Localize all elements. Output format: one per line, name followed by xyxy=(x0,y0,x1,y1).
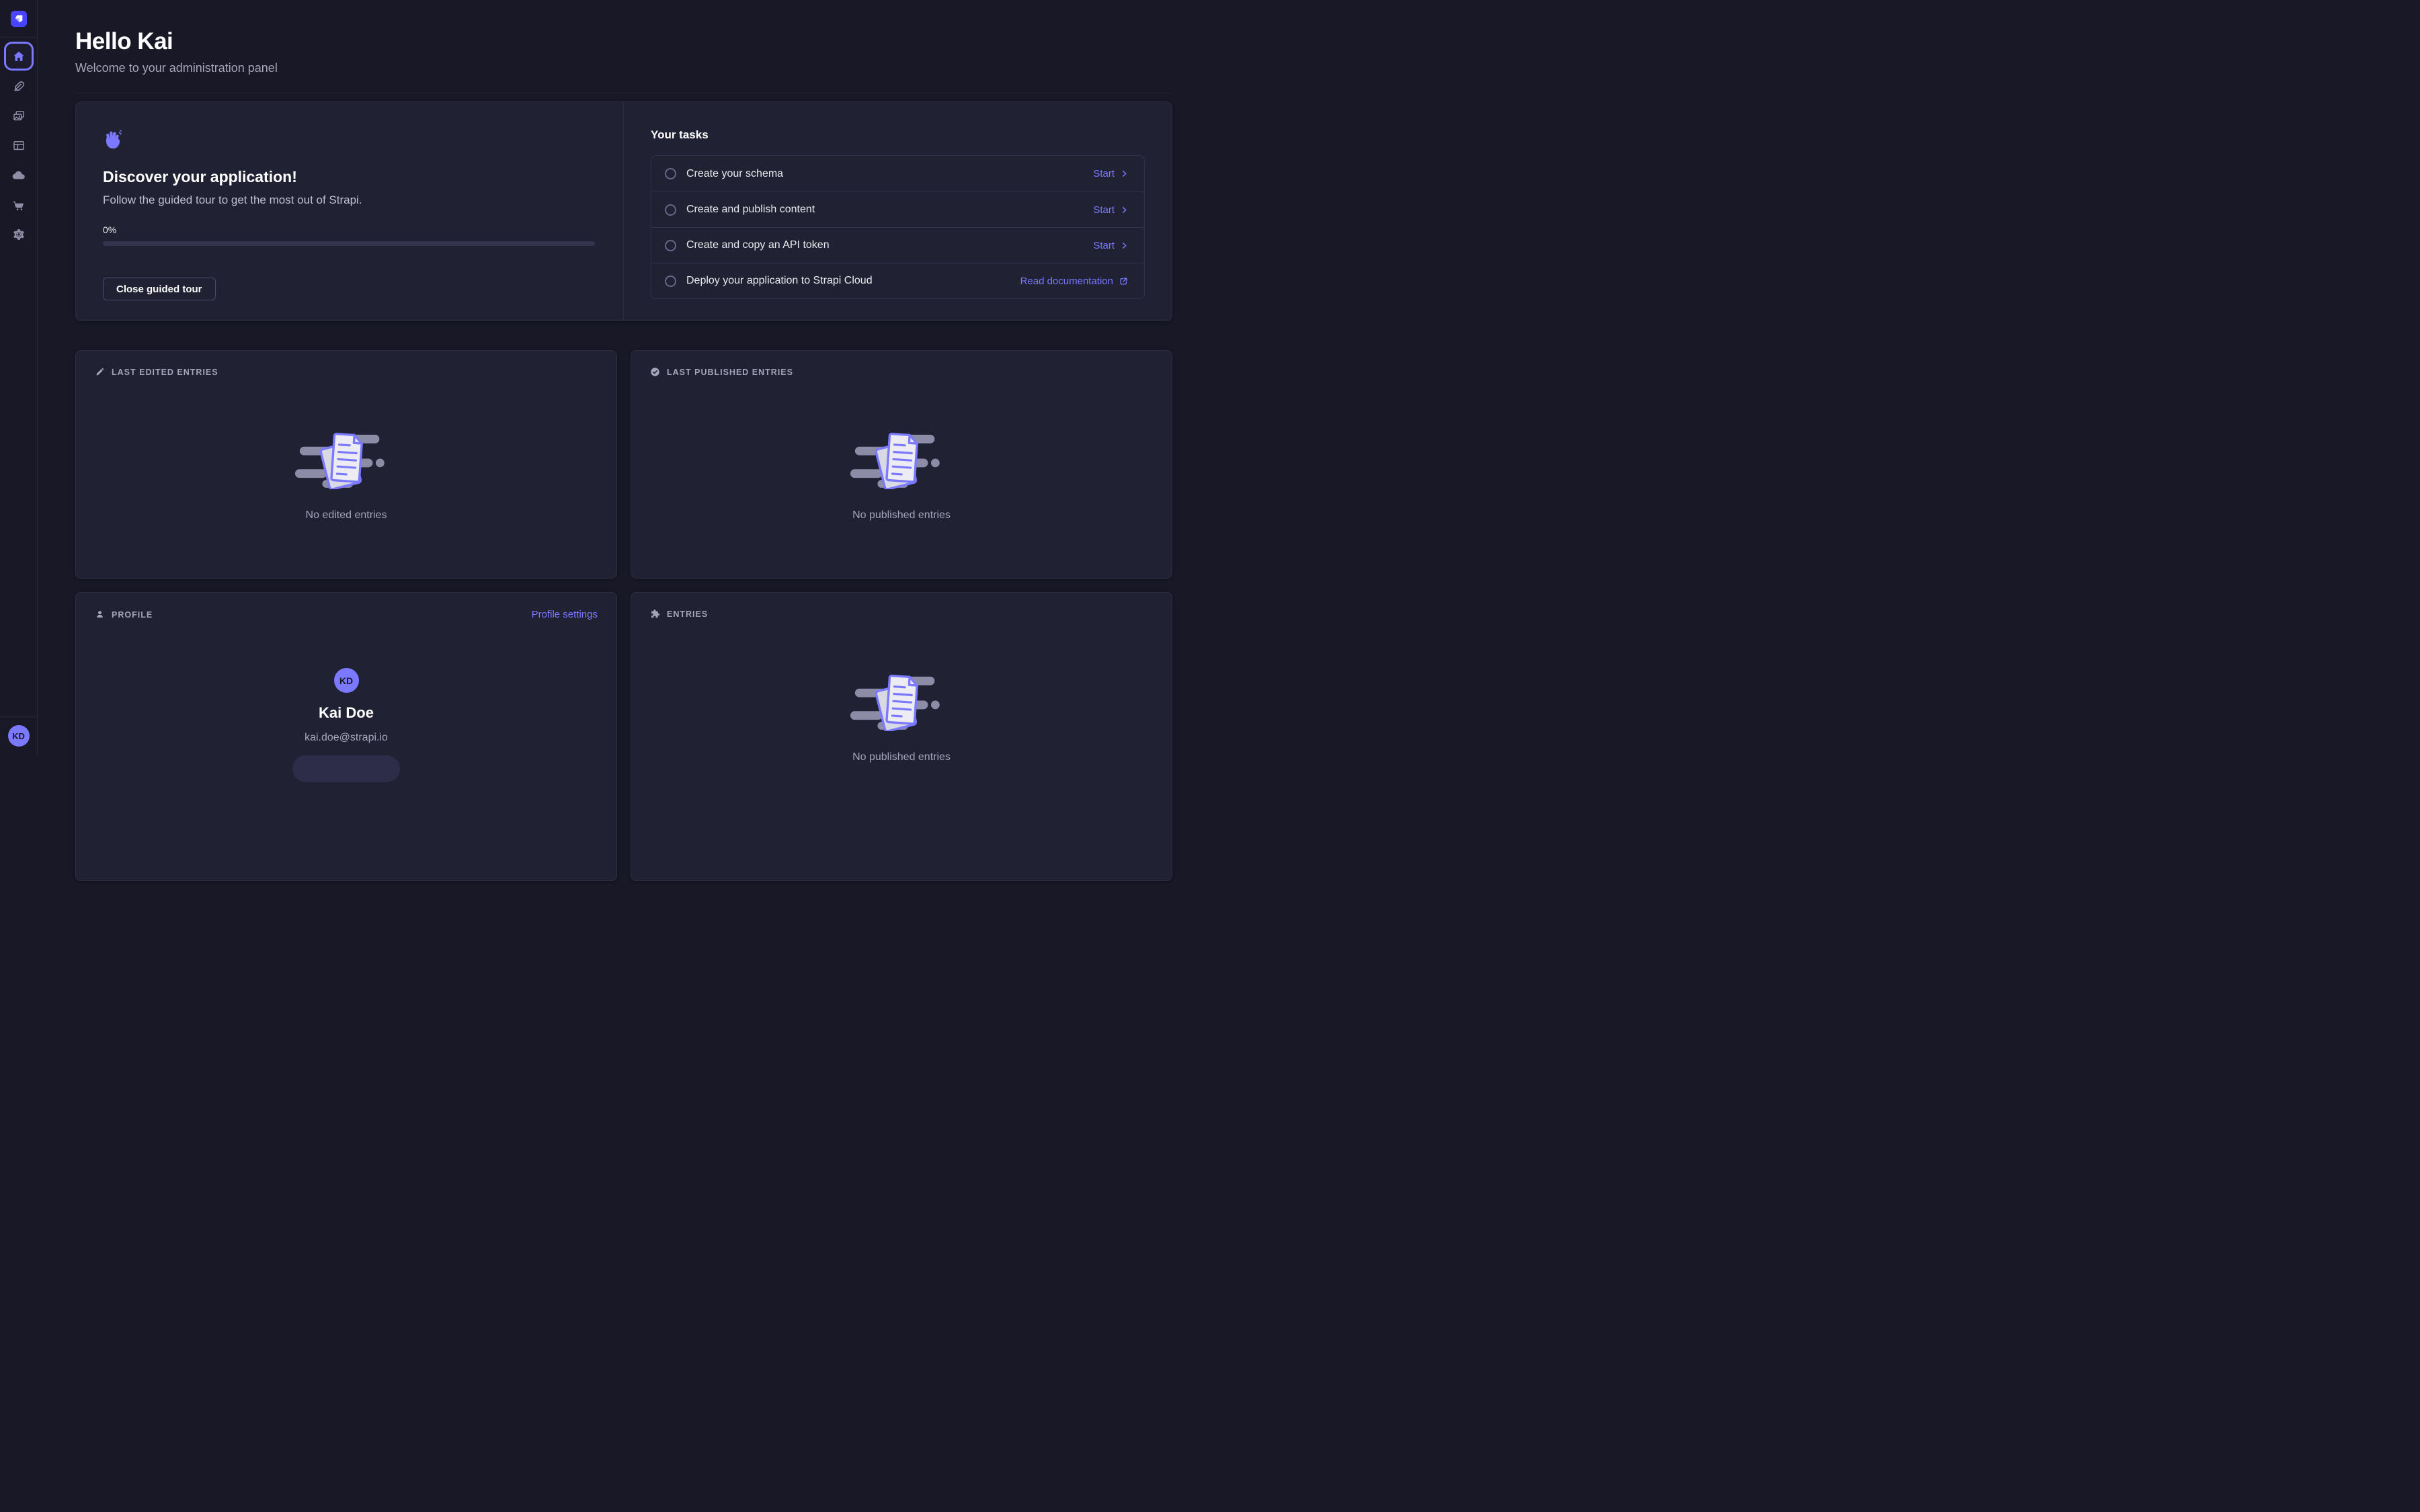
sidebar-item-content-type-builder[interactable] xyxy=(6,133,32,158)
profile-avatar: KD xyxy=(334,668,359,693)
task-status-circle xyxy=(665,276,676,287)
task-label: Create and copy an API token xyxy=(686,239,1093,251)
tasks-panel: Your tasks Create your schema Start Crea… xyxy=(624,102,1172,321)
main-content: Hello Kai Welcome to your administration… xyxy=(38,0,1210,756)
profile-settings-link[interactable]: Profile settings xyxy=(532,609,598,620)
check-circle-icon xyxy=(650,367,660,377)
strapi-logo-glyph xyxy=(13,13,24,24)
profile-email: kai.doe@strapi.io xyxy=(305,732,388,744)
task-row: Create and publish content Start xyxy=(651,192,1144,227)
widget-title: Last edited entries xyxy=(112,368,218,377)
profile-card: Profile Profile settings KD Kai Doe kai.… xyxy=(75,592,617,881)
close-guided-tour-button[interactable]: Close guided tour xyxy=(103,278,216,300)
last-published-entries-card: Last published entries No published entr… xyxy=(631,350,1172,579)
widget-title: Last published entries xyxy=(667,368,793,377)
task-row: Create and copy an API token Start xyxy=(651,227,1144,263)
task-label: Create your schema xyxy=(686,168,1093,180)
task-status-circle xyxy=(665,240,676,251)
task-label: Create and publish content xyxy=(686,204,1093,216)
task-start-link[interactable]: Start xyxy=(1093,168,1128,179)
task-start-link[interactable]: Start xyxy=(1093,204,1128,216)
tour-subtitle: Follow the guided tour to get the most o… xyxy=(103,194,595,207)
sidebar-divider xyxy=(0,37,38,38)
empty-state-text: No published entries xyxy=(852,751,951,763)
task-start-link[interactable]: Start xyxy=(1093,240,1128,251)
user-avatar[interactable]: KD xyxy=(8,725,30,747)
task-row: Create your schema Start xyxy=(651,156,1144,192)
sidebar-item-content-manager[interactable] xyxy=(6,74,32,99)
last-edited-entries-card: Last edited entries No edited entries xyxy=(75,350,617,579)
home-icon xyxy=(12,50,26,63)
task-row: Deploy your application to Strapi Cloud … xyxy=(651,263,1144,298)
chevron-right-icon xyxy=(1121,242,1128,249)
media-library-icon xyxy=(12,110,26,123)
sidebar-item-marketplace[interactable] xyxy=(6,192,32,217)
tour-progress-bar xyxy=(103,241,595,246)
tour-progress-label: 0% xyxy=(103,224,595,235)
pencil-icon xyxy=(95,367,105,377)
profile-role-badge xyxy=(292,755,400,782)
entries-card: Entries No published entries xyxy=(631,592,1172,881)
waving-hand-icon xyxy=(103,129,123,149)
content-feather-icon xyxy=(12,80,26,93)
guided-tour-card: Discover your application! Follow the gu… xyxy=(75,101,1172,321)
sidebar-item-media-library[interactable] xyxy=(6,103,32,128)
profile-name: Kai Doe xyxy=(319,704,374,722)
empty-documents-illustration xyxy=(848,425,955,489)
empty-documents-illustration xyxy=(848,667,955,731)
content-type-builder-icon xyxy=(12,139,26,153)
widget-title: Entries xyxy=(667,610,708,619)
strapi-logo[interactable] xyxy=(11,11,27,27)
cloud-icon xyxy=(11,168,26,183)
widget-title: Profile xyxy=(112,610,153,620)
read-documentation-link[interactable]: Read documentation xyxy=(1020,276,1128,287)
sidebar-item-home[interactable] xyxy=(6,44,32,69)
sidebar: KD xyxy=(0,0,38,756)
chevron-right-icon xyxy=(1121,170,1128,177)
settings-gear-icon xyxy=(12,228,26,241)
tasks-title: Your tasks xyxy=(651,128,1145,142)
task-status-circle xyxy=(665,168,676,179)
task-label: Deploy your application to Strapi Cloud xyxy=(686,275,1020,287)
empty-state-text: No edited entries xyxy=(306,509,387,521)
puzzle-icon xyxy=(650,609,660,619)
sidebar-item-cloud[interactable] xyxy=(6,163,32,187)
sidebar-bottom-divider xyxy=(0,716,38,717)
task-status-circle xyxy=(665,204,676,216)
task-list: Create your schema Start Create and publ… xyxy=(651,155,1145,299)
chevron-right-icon xyxy=(1121,206,1128,214)
guided-tour-panel: Discover your application! Follow the gu… xyxy=(76,102,624,321)
empty-documents-illustration xyxy=(293,425,399,489)
sidebar-nav xyxy=(6,44,32,251)
page-subtitle: Welcome to your administration panel xyxy=(75,61,1172,75)
marketplace-cart-icon xyxy=(12,198,26,212)
external-link-icon xyxy=(1119,277,1128,286)
sidebar-item-settings[interactable] xyxy=(6,222,32,247)
page-title: Hello Kai xyxy=(75,28,1172,55)
user-icon xyxy=(95,610,105,620)
tour-title: Discover your application! xyxy=(103,168,595,186)
empty-state-text: No published entries xyxy=(852,509,951,521)
